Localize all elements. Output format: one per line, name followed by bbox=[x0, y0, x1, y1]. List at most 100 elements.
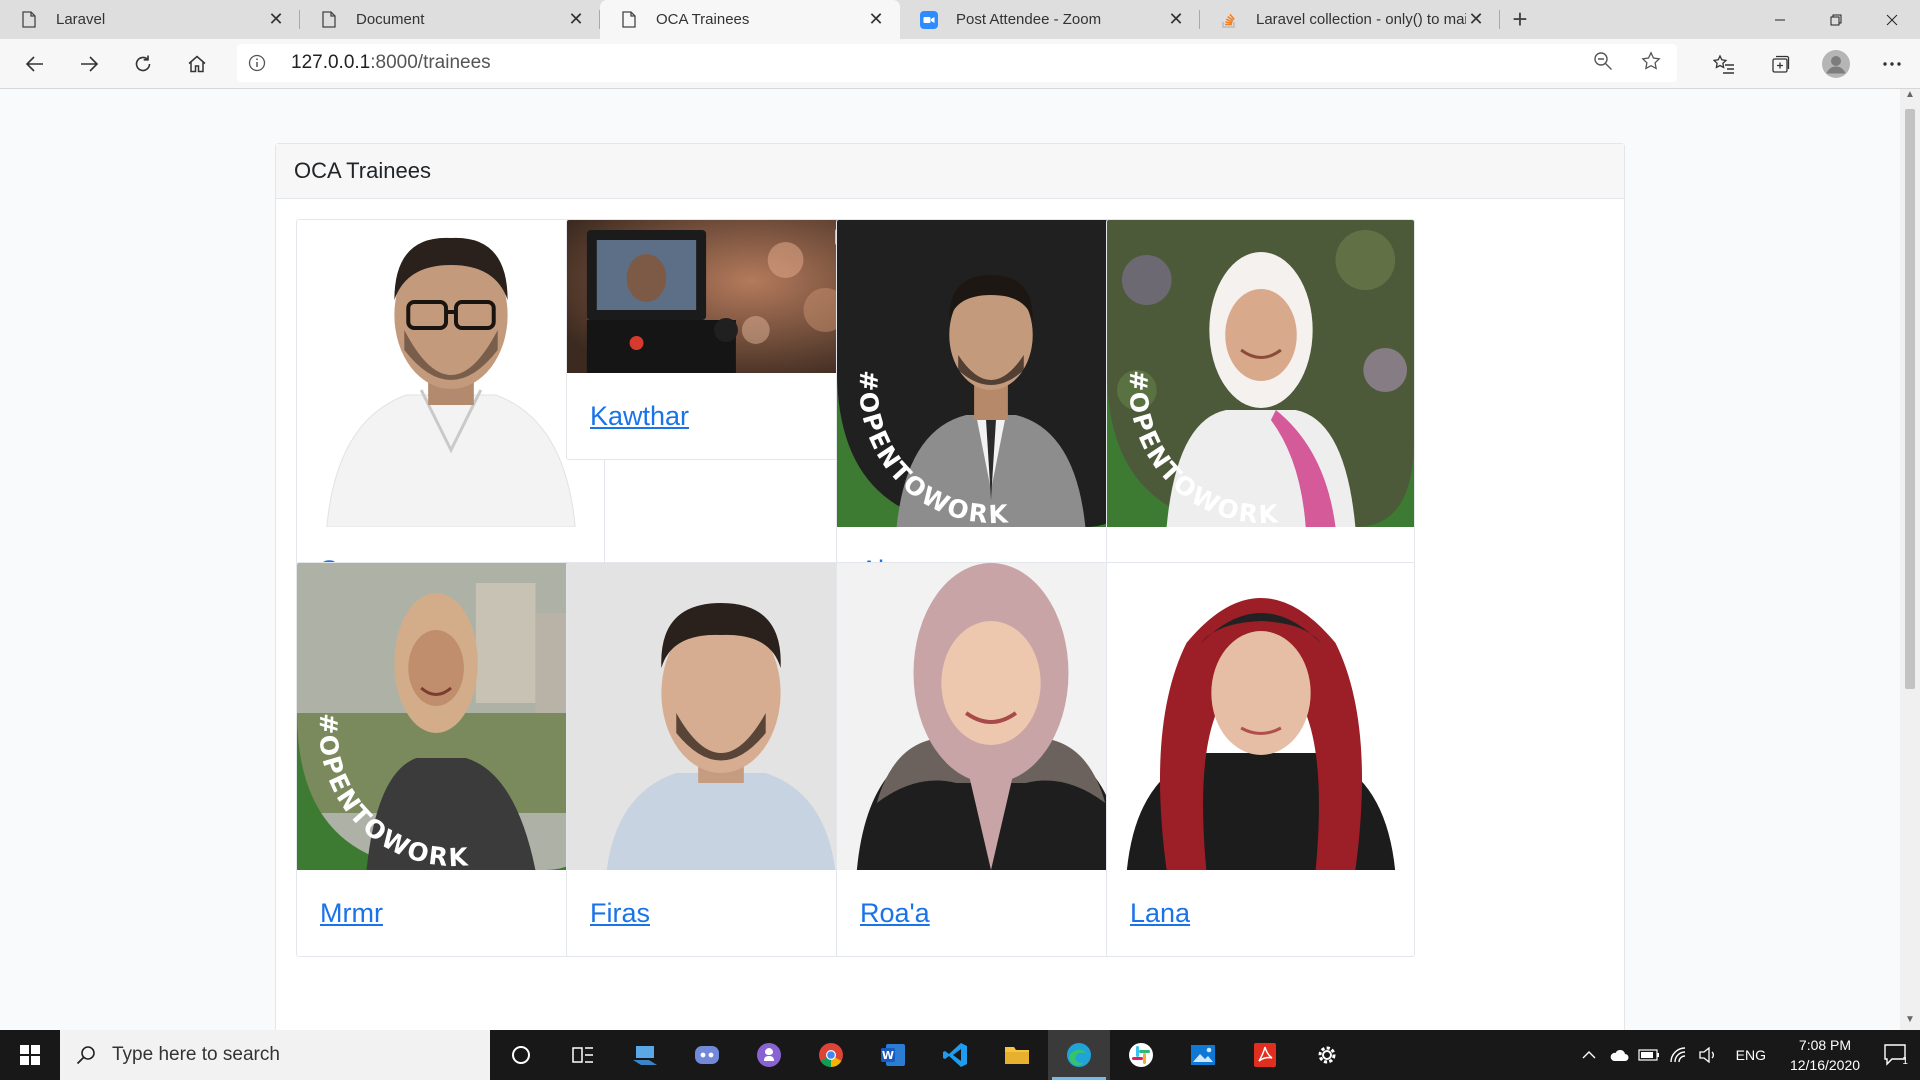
minimize-button[interactable] bbox=[1752, 0, 1808, 39]
volume-icon[interactable] bbox=[1694, 1047, 1724, 1063]
tab-zoom[interactable]: Post Attendee - Zoom ✕ bbox=[900, 0, 1200, 39]
site-info-icon[interactable] bbox=[237, 54, 277, 72]
onedrive-cloud-icon[interactable] bbox=[1604, 1048, 1634, 1062]
tab-title: Post Attendee - Zoom bbox=[956, 11, 1102, 28]
system-tray: ENG 7:08 PM 12/16/2020 1 bbox=[1574, 1030, 1920, 1080]
trainee-name-link[interactable]: Kawthar bbox=[567, 401, 712, 432]
trainee-name-link[interactable]: Roa'a bbox=[837, 898, 953, 929]
slack-icon[interactable] bbox=[1110, 1030, 1172, 1080]
collections-icon[interactable] bbox=[1752, 39, 1808, 89]
trainee-card-kawthar: Kawthar bbox=[566, 219, 875, 460]
taskbar-search-placeholder: Type here to search bbox=[112, 1044, 280, 1065]
trainees-card: OCA Trainees Superman bbox=[275, 143, 1625, 1030]
home-button[interactable] bbox=[170, 39, 224, 89]
window-controls bbox=[1752, 0, 1920, 39]
address-bar[interactable]: 127.0.0.1:8000/trainees bbox=[237, 44, 1677, 82]
profile-avatar[interactable] bbox=[1808, 39, 1864, 89]
close-tab-icon[interactable]: ✕ bbox=[866, 9, 886, 30]
clock-date: 12/16/2020 bbox=[1789, 1057, 1861, 1073]
trainee-name-wrap: Firas bbox=[567, 870, 874, 956]
wifi-icon[interactable] bbox=[1664, 1047, 1694, 1063]
tab-laravel[interactable]: Laravel ✕ bbox=[0, 0, 300, 39]
url-text: 127.0.0.1:8000/trainees bbox=[291, 52, 491, 74]
trainee-card-superman: Superman bbox=[296, 219, 605, 614]
clock-time: 7:08 PM bbox=[1798, 1037, 1852, 1053]
scroll-up-arrow-icon[interactable]: ▲ bbox=[1900, 89, 1920, 105]
card-header: OCA Trainees bbox=[276, 144, 1624, 199]
tab-title: Laravel bbox=[56, 11, 106, 28]
word-icon[interactable]: W bbox=[862, 1030, 924, 1080]
more-menu-icon[interactable] bbox=[1864, 39, 1920, 89]
trainee-name-wrap: Lana bbox=[1107, 870, 1414, 956]
vscode-icon[interactable] bbox=[924, 1030, 986, 1080]
chrome-icon[interactable] bbox=[800, 1030, 862, 1080]
back-button[interactable] bbox=[8, 39, 62, 89]
tab-document[interactable]: Document ✕ bbox=[300, 0, 600, 39]
trainee-photo bbox=[567, 220, 874, 373]
settings-icon[interactable] bbox=[1296, 1030, 1358, 1080]
address-bar-actions bbox=[1593, 44, 1661, 82]
folder-icon[interactable] bbox=[986, 1030, 1048, 1080]
scroll-down-arrow-icon[interactable]: ▼ bbox=[1900, 1014, 1920, 1030]
discord-icon[interactable] bbox=[676, 1030, 738, 1080]
browser-toolbar: 127.0.0.1:8000/trainees bbox=[0, 39, 1920, 89]
battery-icon[interactable] bbox=[1634, 1049, 1664, 1061]
page-viewport: OCA Trainees Superman bbox=[0, 89, 1900, 1030]
language-indicator[interactable]: ENG bbox=[1736, 1047, 1766, 1063]
cortana-icon[interactable] bbox=[490, 1030, 552, 1080]
trainee-name-wrap: Roa'a bbox=[837, 870, 1144, 956]
trainee-photo: #OPENTOWORK bbox=[297, 563, 604, 870]
document-icon bbox=[620, 11, 638, 29]
stackoverflow-icon bbox=[1220, 11, 1238, 29]
url-path: :8000/trainees bbox=[370, 52, 491, 73]
acrobat-icon[interactable] bbox=[1234, 1030, 1296, 1080]
windows-taskbar: Type here to search W ENG 7:08 PM 12/16/… bbox=[0, 1030, 1920, 1080]
trainee-card-sara: #OPENTOWORK sara bbox=[1106, 219, 1415, 614]
refresh-button[interactable] bbox=[116, 39, 170, 89]
restore-button[interactable] bbox=[1808, 0, 1864, 39]
trainee-photo bbox=[837, 563, 1144, 870]
toolbar-right bbox=[1696, 39, 1920, 89]
tab-stackoverflow[interactable]: Laravel collection - only() to mair ✕ bbox=[1200, 0, 1500, 39]
document-icon bbox=[20, 11, 38, 29]
notification-center-icon[interactable]: 1 bbox=[1872, 1044, 1920, 1066]
favorite-star-icon[interactable] bbox=[1641, 50, 1661, 76]
search-icon bbox=[76, 1046, 95, 1065]
system-clock[interactable]: 7:08 PM 12/16/2020 bbox=[1778, 1035, 1872, 1075]
trainee-name-wrap: Mrmr bbox=[297, 870, 604, 956]
trainee-card-lana: Lana bbox=[1106, 562, 1415, 957]
trainee-photo bbox=[567, 563, 874, 870]
trainee-photo bbox=[1107, 563, 1414, 870]
page-scrollbar[interactable]: ▲ ▼ bbox=[1900, 89, 1920, 1030]
task-view-icon[interactable] bbox=[552, 1030, 614, 1080]
tab-strip: Laravel ✕ Document ✕ OCA Trainees ✕ Post… bbox=[0, 0, 1920, 39]
close-window-button[interactable] bbox=[1864, 0, 1920, 39]
tab-oca-trainees[interactable]: OCA Trainees ✕ bbox=[600, 0, 900, 39]
new-tab-button[interactable]: + bbox=[1500, 0, 1540, 39]
tab-title: Document bbox=[356, 11, 425, 28]
trainee-card-alenooz: #OPENTOWORK Alenooz bbox=[836, 219, 1145, 614]
github-icon[interactable] bbox=[738, 1030, 800, 1080]
tab-title: OCA Trainees bbox=[656, 11, 750, 28]
start-button[interactable] bbox=[0, 1030, 60, 1080]
trainee-photo bbox=[297, 220, 604, 527]
windows-logo-icon bbox=[20, 1045, 40, 1065]
file-explorer-icon[interactable] bbox=[614, 1030, 676, 1080]
photos-icon[interactable] bbox=[1172, 1030, 1234, 1080]
close-tab-icon[interactable]: ✕ bbox=[566, 9, 586, 30]
edge-icon[interactable] bbox=[1048, 1030, 1110, 1080]
svg-text:W: W bbox=[882, 1049, 894, 1062]
zoom-icon bbox=[920, 10, 938, 29]
trainee-name-link[interactable]: Lana bbox=[1107, 898, 1213, 929]
taskbar-search[interactable]: Type here to search bbox=[60, 1030, 490, 1080]
close-tab-icon[interactable]: ✕ bbox=[1166, 9, 1186, 30]
favorites-icon[interactable] bbox=[1696, 39, 1752, 89]
trainee-name-link[interactable]: Firas bbox=[567, 898, 673, 929]
trainee-name-link[interactable]: Mrmr bbox=[297, 898, 406, 929]
close-tab-icon[interactable]: ✕ bbox=[1466, 9, 1486, 30]
forward-button[interactable] bbox=[62, 39, 116, 89]
chevron-up-icon[interactable] bbox=[1574, 1050, 1604, 1060]
zoom-icon[interactable] bbox=[1593, 51, 1613, 76]
scrollbar-thumb[interactable] bbox=[1905, 109, 1915, 689]
close-tab-icon[interactable]: ✕ bbox=[266, 9, 286, 30]
